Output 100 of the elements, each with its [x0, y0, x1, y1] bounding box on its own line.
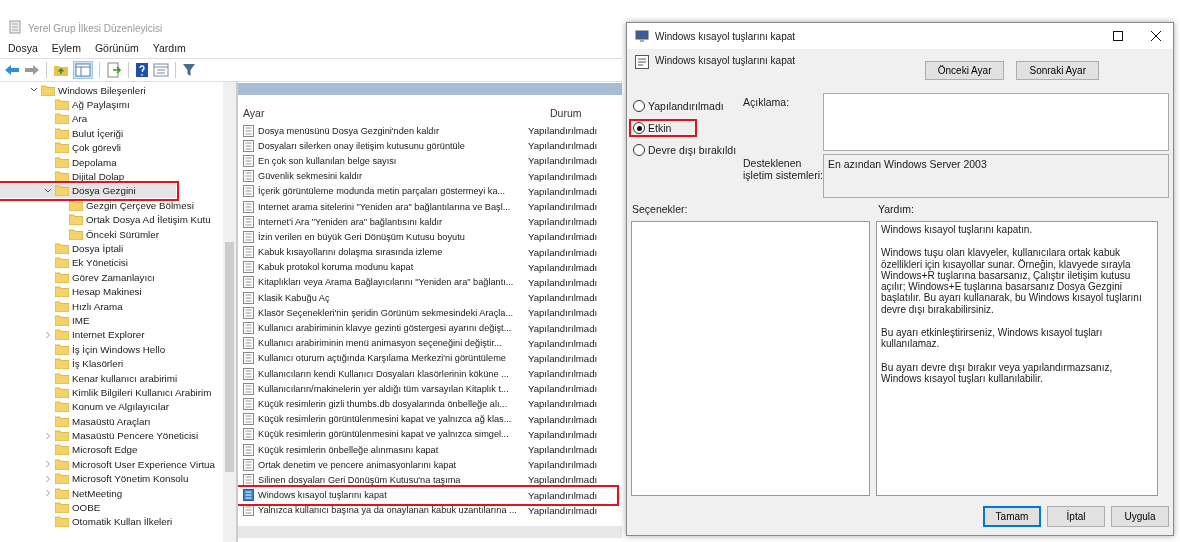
tree-item[interactable]: Hesap Makinesi — [0, 284, 142, 299]
setting-row[interactable]: Klasik Kabuğu Aç Yapılandırılmadı — [238, 290, 616, 306]
setting-name: İzin verilen en büyük Geri Dönüşüm Kutusu boyutu — [258, 231, 465, 242]
setting-state: Yapılandırılmadı — [528, 261, 599, 273]
setting-row[interactable]: Kullanıcı arabiriminin menü animasyon seçeneğini değiştir... Yapılandırılmadı — [238, 335, 616, 351]
dialog-button[interactable]: Tamam — [983, 506, 1041, 527]
tree-item[interactable]: Microsoft Yönetim Konsolu — [0, 471, 189, 486]
column-header[interactable]: Durum — [528, 107, 622, 119]
tree-item[interactable]: Internet Explorer — [0, 327, 145, 343]
collapsed-caret-icon[interactable] — [44, 474, 52, 483]
nav-button[interactable]: Önceki Ayar — [924, 61, 1005, 80]
collapsed-caret-icon[interactable] — [44, 330, 52, 339]
tree-item[interactable]: NetMeeting — [0, 485, 123, 501]
setting-row[interactable]: Kullanıcı arabiriminin klavye gezinti göstergesi ayarını değişt... Yapılandırılmadı — [238, 320, 616, 336]
menu-item[interactable]: Yardım — [152, 42, 186, 54]
menu-item[interactable]: Görünüm — [94, 42, 139, 54]
expanded-caret-icon[interactable] — [30, 87, 38, 94]
tree-item[interactable]: Ağ Paylaşımı — [0, 97, 130, 112]
setting-row[interactable]: Internet arama sitelerini "Yeniden ara" bağlantılarına ve Başl... Yapılandırılmadı — [238, 198, 616, 215]
help-icon[interactable] — [135, 62, 149, 78]
tree-item[interactable]: Windows Bileşenleri — [0, 83, 146, 98]
folder-icon — [55, 314, 69, 326]
help-paragraph: Windows tuşu olan klavyeler, kullanıcılara ortak kabuk özellikleri için kısayollar sunar. Örneğin, klavyede sırayla Windows+R tuşlarına basarsanız, Çalıştır iletişim kutusu açılır; Windows+E tuşlarına basarsanız Dosya Gezgini başlatılır. Bu ayarı kullanarak, bu Windows kısayol tuşlarını devre dışı bırakabilirsiniz. — [881, 247, 1143, 316]
setting-row[interactable]: Dosyaları silerken onay iletişim kutusunu görüntüle Yapılandırılmadı — [238, 138, 616, 154]
tree-item[interactable]: İş İçin Windows Hello — [0, 342, 166, 357]
collapsed-caret-icon[interactable] — [44, 489, 52, 498]
tree-item[interactable]: Görev Zamanlayıcı — [0, 270, 155, 285]
tree-item[interactable]: Masaüstü Araçları — [0, 414, 151, 429]
close-icon[interactable] — [1151, 31, 1161, 41]
tree-item[interactable]: Önceki Sürümler — [0, 226, 159, 242]
export-icon[interactable] — [106, 62, 122, 78]
tree-item[interactable]: Konum ve Algılayıcılar — [0, 399, 169, 414]
tree-item[interactable]: Dosya Gezgini — [0, 183, 176, 199]
setting-row[interactable]: En çok son kullanılan belge sayısı Yapılandırılmadı — [238, 153, 616, 169]
back-arrow-icon[interactable] — [4, 64, 20, 76]
setting-state: Yapılandırılmadı — [528, 322, 599, 334]
setting-row[interactable]: Kabuk kısayollarını dolaşma sırasında izleme Yapılandırılmadı — [238, 244, 616, 260]
folder-icon — [55, 300, 69, 312]
forward-arrow-icon[interactable] — [24, 64, 40, 76]
setting-row[interactable]: İzin verilen en büyük Geri Dönüşüm Kutusu boyutu Yapılandırılmadı — [238, 229, 616, 245]
description-field[interactable] — [823, 93, 1169, 151]
setting-row[interactable]: Dosya menüsünü Dosya Gezgini'nden kaldır Yapılandırılmadı — [238, 123, 616, 139]
setting-row[interactable]: İçerik görüntüleme modunda metin parçaları göstermeyi ka... Yapılandırılmadı — [238, 183, 616, 199]
setting-row[interactable]: Ortak denetim ve pencere animasyonlarını kapat Yapılandırılmadı — [238, 457, 616, 473]
setting-state: Yapılandırılmadı — [528, 352, 599, 364]
setting-row[interactable]: Kullanıcıların kendi Kullanıcı Dosyaları klasörlerinin köküne ... Yapılandırılmadı — [238, 366, 616, 382]
maximize-icon[interactable] — [1113, 31, 1123, 41]
dialog-button[interactable]: Uygula — [1111, 506, 1169, 527]
radio-option[interactable]: Yapılandırılmadı — [631, 99, 726, 113]
tree-item[interactable]: Depolama — [0, 154, 117, 170]
folder-icon — [55, 257, 69, 269]
setting-row[interactable]: Küçük resimlerin önbelleğe alınmasını kapat Yapılandırılmadı — [238, 441, 616, 458]
dialog-button[interactable]: İptal — [1047, 506, 1105, 527]
collapsed-caret-icon[interactable] — [44, 460, 52, 469]
setting-row[interactable]: Kullanıcı oturum açtığında Karşılama Merkezi'ni görüntüleme Yapılandırılmadı — [238, 350, 616, 366]
tree-item[interactable]: İş Klasörleri — [0, 356, 124, 371]
tree-item[interactable]: IME — [0, 313, 90, 328]
setting-row[interactable]: Kullanıcıların/makinelerin yer aldığı tüm varsayılan Kitaplık t... Yapılandırılmadı — [238, 381, 616, 397]
tree-item[interactable]: Gezgin Çerçeve Bölmesi — [0, 198, 194, 213]
up-folder-icon[interactable] — [53, 63, 69, 77]
tree-item[interactable]: Hızlı Arama — [0, 298, 123, 314]
tree-item[interactable]: OOBE — [0, 500, 101, 515]
setting-row[interactable]: Küçük resimlerin görüntülenmesini kapat ve yalnızca ağ klas... Yapılandırılmadı — [238, 411, 616, 427]
filter-icon[interactable] — [182, 63, 196, 77]
setting-row[interactable]: Kabuk protokol koruma modunu kapat Yapılandırılmadı — [238, 259, 616, 275]
setting-row[interactable]: Silinen dosyaları Geri Dönüşüm Kutusu'na taşıma Yapılandırılmadı — [238, 472, 616, 488]
menu-item[interactable]: Eylem — [51, 42, 81, 54]
radio-option[interactable]: Devre dışı bırakıldı — [631, 143, 739, 157]
tree-item[interactable]: Ara — [0, 111, 88, 127]
tree-item[interactable]: Ek Yöneticisi — [0, 255, 128, 271]
column-header[interactable]: Ayar — [238, 107, 528, 119]
setting-row[interactable]: Yalnızca kullanıcı başına ya da onaylanan kabuk uzantılarına ... Yapılandırılmadı — [238, 502, 616, 518]
setting-row[interactable]: Güvenlik sekmesini kaldır Yapılandırılmadı — [238, 168, 616, 184]
help-paragraph: Windows kısayol tuşlarını kapatın. — [881, 224, 1034, 236]
window-title: Yerel Grup İlkesi Düzenleyicisi — [28, 23, 163, 34]
tree-item[interactable]: Ortak Dosya Ad İletişim Kutu — [0, 212, 211, 227]
tree-item[interactable]: Kimlik Bilgileri Kullanıcı Arabirim — [0, 385, 212, 400]
tree-item[interactable]: Otomatik Kullan İlkeleri — [0, 514, 173, 530]
tree-item[interactable]: Çok görevli — [0, 140, 121, 155]
tree-pane-icon[interactable] — [73, 61, 93, 79]
tree-item[interactable]: Microsoft User Experience Virtua — [0, 457, 216, 472]
tree-item[interactable]: Kenar kullanıcı arabirimi — [0, 370, 178, 386]
setting-row[interactable]: Kitaplıkları veya Arama Bağlayıcılarını "Yeniden ara" bağlantı... Yapılandırılmadı — [238, 274, 616, 291]
expanded-caret-icon[interactable] — [44, 187, 52, 194]
setting-row[interactable]: Küçük resimlerin gizli thumbs.db dosyalarında önbelleğe alı... Yapılandırılmadı — [238, 396, 616, 412]
tree-item[interactable]: Masaüstü Pencere Yöneticisi — [0, 428, 199, 443]
setting-row[interactable]: Windows kısayol tuşlarını kapat Yapılandırılmadı — [238, 487, 616, 503]
setting-row[interactable]: Küçük resimlerin görüntülenmesini kapat ve yalnızca simgel... Yapılandırılmadı — [238, 426, 616, 442]
setting-row[interactable]: Klasör Seçenekleri'nin şeridin Görünüm sekmesindeki Araçla... Yapılandırılmadı — [238, 305, 616, 321]
tree-item[interactable]: Bulut İçeriği — [0, 126, 124, 141]
radio-option[interactable]: Etkin — [631, 121, 696, 135]
tree-item[interactable]: Dosya İptali — [0, 241, 124, 256]
folder-icon — [55, 156, 69, 168]
tree-item[interactable]: Dijital Dolap — [0, 169, 125, 184]
tree-item[interactable]: Microsoft Edge — [0, 442, 138, 458]
collapsed-caret-icon[interactable] — [44, 431, 52, 440]
setting-row[interactable]: Internet'i Ara "Yeniden ara" bağlantısını kaldır Yapılandırılmadı — [238, 214, 616, 230]
nav-button[interactable]: Sonraki Ayar — [1016, 61, 1099, 80]
menu-item[interactable]: Dosya — [8, 42, 38, 54]
setting-name: Kabuk kısayollarını dolaşma sırasında izleme — [258, 247, 443, 258]
